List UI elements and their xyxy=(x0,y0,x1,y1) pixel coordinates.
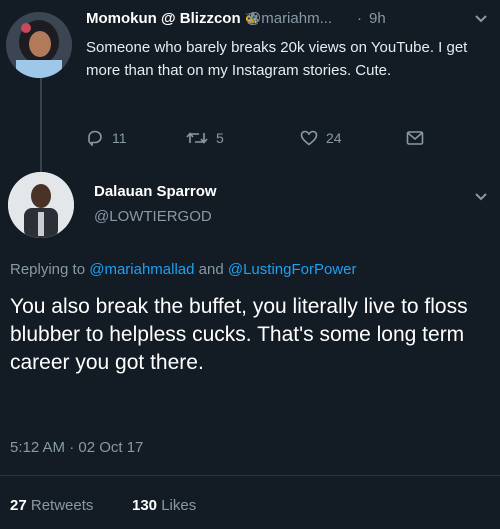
retweets-label: Retweets xyxy=(30,497,94,514)
tweet-text: You also break the buffet, you literally… xyxy=(10,295,468,374)
reply-icon xyxy=(86,130,104,146)
dm-button[interactable] xyxy=(406,130,424,146)
retweets-count: 27 xyxy=(10,497,27,514)
replying-and: and xyxy=(198,261,224,278)
timestamp[interactable]: 9h xyxy=(369,10,386,27)
tweet-timestamp[interactable]: 5:12 AM · 02 Oct 17 xyxy=(10,439,143,456)
likes-label: Likes xyxy=(161,497,197,514)
likes-stat[interactable]: 130 Likes xyxy=(132,497,196,514)
like-icon xyxy=(300,130,318,146)
tweet-text: Someone who barely breaks 20k views on Y… xyxy=(86,39,468,79)
avatar-momokun[interactable] xyxy=(6,12,72,78)
like-button[interactable]: 24 xyxy=(300,130,342,146)
divider xyxy=(0,475,500,476)
chevron-down-icon[interactable] xyxy=(474,190,488,209)
mention-link[interactable]: @LustingForPower xyxy=(228,261,357,278)
mention-link[interactable]: @mariahmallad xyxy=(89,261,194,278)
thread-line xyxy=(40,78,42,174)
reply-count: 11 xyxy=(112,130,127,146)
like-count: 24 xyxy=(326,130,342,146)
handle[interactable]: @mariahm... xyxy=(246,10,332,27)
display-name[interactable]: Momokun @ Blizzcon 🐝 xyxy=(86,10,260,27)
retweets-stat[interactable]: 27 Retweets xyxy=(10,497,93,514)
handle[interactable]: @LOWTIERGOD xyxy=(94,208,212,225)
avatar-dalauan[interactable] xyxy=(8,172,74,238)
replying-prefix: Replying to xyxy=(10,261,86,278)
retweet-count: 5 xyxy=(216,130,224,146)
retweet-button[interactable]: 5 xyxy=(186,130,224,146)
display-name[interactable]: Dalauan Sparrow xyxy=(94,183,217,200)
dm-icon xyxy=(406,130,424,146)
separator: · xyxy=(357,10,362,27)
retweet-icon xyxy=(186,130,208,146)
likes-count: 130 xyxy=(132,497,158,514)
replying-to: Replying to @mariahmallad and @LustingFo… xyxy=(10,261,356,278)
reply-button[interactable]: 11 xyxy=(86,130,127,146)
chevron-down-icon[interactable] xyxy=(474,12,488,31)
